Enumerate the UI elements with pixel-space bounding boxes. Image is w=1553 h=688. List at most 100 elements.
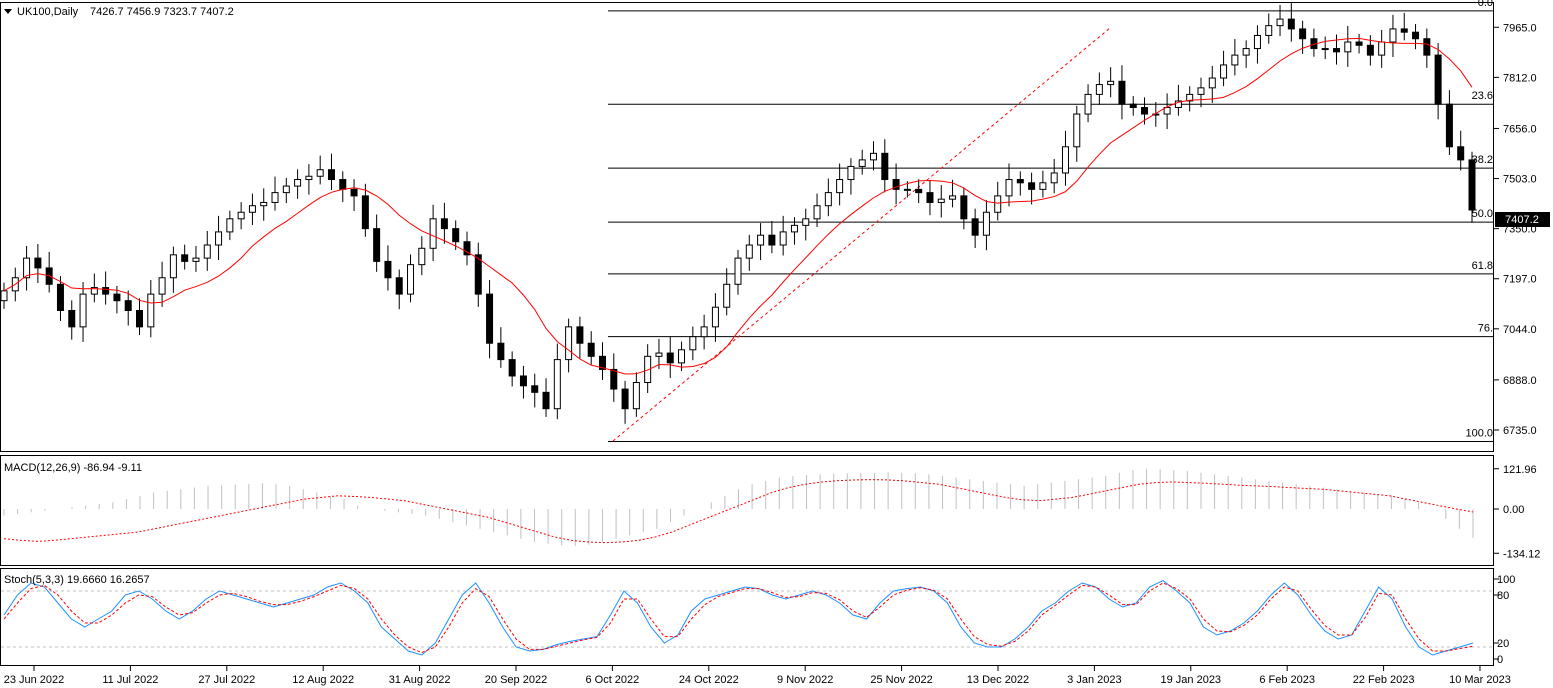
fib-level-label: 0.0 <box>1478 0 1493 9</box>
fib-level-label: 100.0 <box>1465 427 1493 439</box>
bull-candle <box>836 179 844 194</box>
time-axis: 23 Jun 2022 11 Jul 2022 27 Jul 2022 12 Aug … <box>4 666 1511 686</box>
bull-candle <box>407 264 415 295</box>
bull-candle <box>1276 18 1284 27</box>
time-tick-label: 25 Nov 2022 <box>870 674 932 686</box>
bear-candle <box>1468 159 1476 211</box>
bear-candle <box>68 309 76 328</box>
bear-candle <box>124 300 132 311</box>
symbol-header[interactable]: UK100,Daily 7426.7 7456.9 7323.7 7407.2 <box>4 6 234 18</box>
price-tick-label: 6888.0 <box>1503 375 1537 387</box>
bull-candle <box>1197 87 1205 95</box>
bull-candle <box>0 290 8 302</box>
macd-panel-frame <box>0 455 1494 566</box>
stoch-tick-label: 80 <box>1497 590 1509 602</box>
bear-candle <box>960 195 968 220</box>
bull-candle <box>1073 113 1081 148</box>
bear-candle <box>1434 54 1442 105</box>
time-tick-label: 3 Jan 2023 <box>1067 674 1121 686</box>
bull-candle <box>1321 48 1329 51</box>
bull-candle <box>723 283 731 308</box>
bear-candle <box>1400 28 1408 33</box>
current-price-tag: 7407.2 <box>1495 212 1550 227</box>
ohlc-values: 7426.7 7456.9 7323.7 7407.2 <box>90 6 234 18</box>
bull-candle <box>847 165 855 181</box>
bull-candle <box>429 218 437 249</box>
trading-chart[interactable]: 0.023.638.250.061.876.100.0 7965.07812.0… <box>0 0 1553 688</box>
stoch-signal-line <box>3 582 1474 654</box>
bull-candle <box>1344 41 1352 53</box>
bear-candle <box>497 342 505 361</box>
price-tick-label: 6735.0 <box>1503 425 1537 437</box>
bear-candle <box>508 359 516 377</box>
macd-histogram <box>3 468 1474 546</box>
fibonacci-retracement[interactable]: 0.023.638.250.061.876.100.0 <box>608 0 1493 442</box>
bear-candle <box>1332 48 1340 53</box>
bull-candle <box>790 224 798 233</box>
bear-candle <box>181 254 189 262</box>
time-tick-label: 27 Jul 2022 <box>198 674 255 686</box>
price-tick-label: 7503.0 <box>1503 174 1537 186</box>
bear-candle <box>1299 28 1307 40</box>
bear-candle <box>1423 38 1431 56</box>
dropdown-triangle-icon[interactable] <box>4 9 12 14</box>
bull-candle <box>982 211 990 236</box>
bull-candle <box>903 188 911 191</box>
bull-candle <box>1242 48 1250 56</box>
stoch-tick-label: 100 <box>1497 574 1515 586</box>
bull-candle <box>316 169 324 177</box>
bear-candle <box>136 309 144 328</box>
time-tick-label: 12 Aug 2022 <box>292 674 354 686</box>
macd-tick-label: -134.12 <box>1503 548 1540 560</box>
bull-candle <box>553 359 561 410</box>
bull-candle <box>937 198 945 203</box>
stoch-axis: 100 80 20 0 <box>1494 574 1515 666</box>
bull-candle <box>192 257 200 262</box>
bear-candle <box>1366 44 1374 56</box>
bull-candle <box>294 179 302 187</box>
bull-candle <box>813 205 821 220</box>
bear-candle <box>531 385 539 393</box>
bull-candle <box>418 247 426 266</box>
bear-candle <box>486 293 494 344</box>
bear-candle <box>1287 18 1295 30</box>
candlesticks <box>0 3 1476 424</box>
bear-candle <box>576 326 584 344</box>
bear-candle <box>666 352 674 364</box>
bull-candle <box>1253 34 1261 50</box>
bull-candle <box>271 192 279 203</box>
bull-candle <box>824 192 832 207</box>
stoch-label: Stoch(5,3,3) 19.6660 16.2657 <box>4 574 150 586</box>
bear-candle <box>881 152 889 181</box>
bull-candle <box>745 244 753 259</box>
time-tick-label: 11 Jul 2022 <box>102 674 158 686</box>
bear-candle <box>1016 179 1024 184</box>
price-tick-label: 7044.0 <box>1503 324 1537 336</box>
stoch-tick-label: 0 <box>1497 654 1503 666</box>
bull-candle <box>1061 146 1069 174</box>
current-price-label: 7407.2 <box>1505 214 1539 226</box>
time-tick-label: 19 Jan 2023 <box>1161 674 1222 686</box>
time-tick-label: 31 Aug 2022 <box>389 674 451 686</box>
bull-candle <box>1208 77 1216 89</box>
bull-candle <box>1220 64 1228 79</box>
bull-candle <box>79 293 87 328</box>
bull-candle <box>1084 93 1092 115</box>
stoch-panel-frame <box>0 568 1494 666</box>
bull-candle <box>237 211 245 220</box>
fib-trend-line[interactable] <box>612 27 1111 442</box>
bear-candle <box>519 375 527 387</box>
bear-candle <box>440 218 448 230</box>
time-tick-label: 13 Dec 2022 <box>967 674 1029 686</box>
bull-candle <box>158 277 166 295</box>
time-tick-label: 10 Mar 2023 <box>1449 674 1511 686</box>
price-tick-label: 7812.0 <box>1503 72 1537 84</box>
bull-candle <box>282 185 290 194</box>
bear-candle <box>542 391 550 410</box>
bull-candle <box>260 201 268 207</box>
bull-candle <box>870 152 878 161</box>
stoch-tick-label: 20 <box>1497 638 1509 650</box>
bull-candle <box>700 326 708 338</box>
time-tick-label: 20 Sep 2022 <box>485 674 547 686</box>
bull-candle <box>994 195 1002 213</box>
